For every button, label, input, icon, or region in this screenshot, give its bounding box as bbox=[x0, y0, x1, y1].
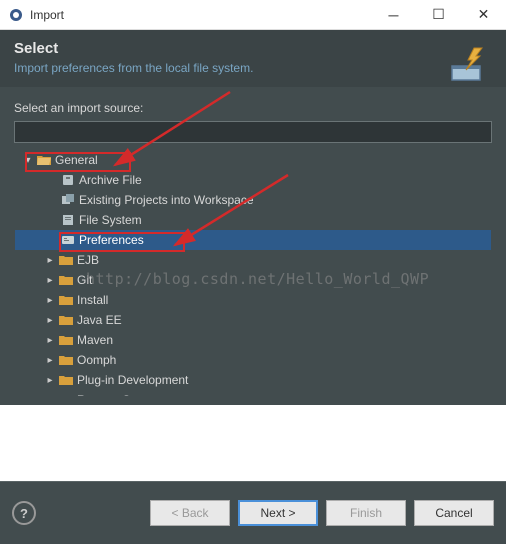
tree-label: EJB bbox=[77, 253, 99, 267]
tree-item-archive[interactable]: Archive File bbox=[15, 170, 491, 190]
help-button[interactable]: ? bbox=[12, 501, 36, 525]
folder-icon bbox=[57, 394, 75, 396]
collapse-arrow-icon[interactable]: ▸ bbox=[43, 355, 57, 366]
import-icon bbox=[444, 42, 488, 86]
app-icon bbox=[8, 7, 24, 23]
folder-icon bbox=[57, 294, 75, 306]
tree-label: Maven bbox=[77, 333, 113, 347]
tree-folder-ejb[interactable]: ▸ EJB bbox=[15, 250, 491, 270]
collapse-arrow-icon[interactable]: ▸ bbox=[43, 375, 57, 386]
tree-folder-plugin[interactable]: ▸ Plug-in Development bbox=[15, 370, 491, 390]
tree-label: Remote Systems bbox=[77, 393, 168, 396]
tree-folder-install[interactable]: ▸ Install bbox=[15, 290, 491, 310]
collapse-arrow-icon[interactable]: ▸ bbox=[43, 395, 57, 397]
collapse-arrow-icon[interactable]: ▸ bbox=[43, 315, 57, 326]
tree-item-preferences[interactable]: Preferences bbox=[15, 230, 491, 250]
tree-item-existing[interactable]: Existing Projects into Workspace bbox=[15, 190, 491, 210]
tree-view[interactable]: ▾ General Archive File Existing Projects… bbox=[15, 150, 491, 396]
next-button[interactable]: Next > bbox=[238, 500, 318, 526]
back-button[interactable]: < Back bbox=[150, 500, 230, 526]
projects-icon bbox=[59, 194, 77, 206]
tree-label: File System bbox=[79, 213, 142, 227]
tree-folder-general[interactable]: ▾ General bbox=[15, 150, 491, 170]
window-title: Import bbox=[30, 8, 371, 22]
wizard-header: Select Import preferences from the local… bbox=[0, 30, 506, 87]
title-bar: Import ─ ☐ ✕ bbox=[0, 0, 506, 30]
tree-folder-oomph[interactable]: ▸ Oomph bbox=[15, 350, 491, 370]
folder-icon bbox=[57, 354, 75, 366]
wizard-footer: ? < Back Next > Finish Cancel bbox=[0, 481, 506, 544]
folder-open-icon bbox=[35, 154, 53, 166]
filter-input[interactable] bbox=[14, 121, 492, 143]
tree-label: Plug-in Development bbox=[77, 373, 188, 387]
expand-arrow-icon[interactable]: ▾ bbox=[21, 155, 35, 166]
tree-folder-javaee[interactable]: ▸ Java EE bbox=[15, 310, 491, 330]
tree-folder-git[interactable]: ▸ Git bbox=[15, 270, 491, 290]
tree-label: General bbox=[55, 153, 98, 167]
maximize-button[interactable]: ☐ bbox=[416, 0, 461, 30]
tree-folder-maven[interactable]: ▸ Maven bbox=[15, 330, 491, 350]
folder-icon bbox=[57, 254, 75, 266]
folder-icon bbox=[57, 274, 75, 286]
page-subtitle: Import preferences from the local file s… bbox=[14, 61, 492, 75]
archive-icon bbox=[59, 174, 77, 186]
tree-label: Git bbox=[77, 273, 92, 287]
tree-label: Existing Projects into Workspace bbox=[79, 193, 254, 207]
folder-icon bbox=[57, 374, 75, 386]
folder-icon bbox=[57, 314, 75, 326]
tree-label: Install bbox=[77, 293, 108, 307]
collapse-arrow-icon[interactable]: ▸ bbox=[43, 335, 57, 346]
tree-label: Preferences bbox=[79, 233, 144, 247]
finish-button[interactable]: Finish bbox=[326, 500, 406, 526]
wizard-body: Select an import source: ▾ General Archi… bbox=[0, 87, 506, 405]
folder-icon bbox=[57, 334, 75, 346]
preferences-icon bbox=[59, 234, 77, 246]
source-label: Select an import source: bbox=[14, 101, 492, 115]
tree-folder-remote[interactable]: ▸ Remote Systems bbox=[15, 390, 491, 396]
page-title: Select bbox=[14, 40, 492, 57]
tree-label: Archive File bbox=[79, 173, 142, 187]
cancel-button[interactable]: Cancel bbox=[414, 500, 494, 526]
close-button[interactable]: ✕ bbox=[461, 0, 506, 30]
minimize-button[interactable]: ─ bbox=[371, 0, 416, 30]
collapse-arrow-icon[interactable]: ▸ bbox=[43, 255, 57, 266]
collapse-arrow-icon[interactable]: ▸ bbox=[43, 295, 57, 306]
tree-container: ▾ General Archive File Existing Projects… bbox=[14, 149, 492, 397]
tree-label: Oomph bbox=[77, 353, 116, 367]
tree-label: Java EE bbox=[77, 313, 122, 327]
collapse-arrow-icon[interactable]: ▸ bbox=[43, 275, 57, 286]
tree-item-filesystem[interactable]: File System bbox=[15, 210, 491, 230]
filesystem-icon bbox=[59, 214, 77, 226]
